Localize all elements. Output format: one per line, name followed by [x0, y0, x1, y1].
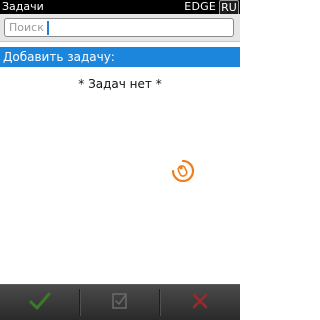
add-task-row[interactable]: Добавить задачу:: [0, 47, 240, 67]
search-input[interactable]: [4, 18, 234, 37]
task-list-icon: [110, 291, 130, 315]
save-button[interactable]: [0, 285, 80, 320]
search-bar: [0, 14, 240, 42]
busy-spinner-icon: [170, 158, 196, 184]
text-cursor: [47, 21, 49, 35]
bottom-toolbar: [0, 284, 240, 320]
checkmark-icon: [29, 291, 51, 315]
empty-list-message: * Задач нет *: [78, 77, 162, 91]
network-indicator: EDGE: [184, 0, 216, 13]
tasks-screen: Задачи EDGE RU Добавить задачу: * Задач …: [0, 0, 240, 320]
delete-x-icon: [191, 292, 209, 314]
status-bar: Задачи EDGE RU: [0, 0, 240, 16]
add-task-label: Добавить задачу:: [3, 50, 115, 64]
task-list-button[interactable]: [80, 285, 160, 320]
delete-button[interactable]: [160, 285, 240, 320]
app-title: Задачи: [2, 0, 44, 13]
